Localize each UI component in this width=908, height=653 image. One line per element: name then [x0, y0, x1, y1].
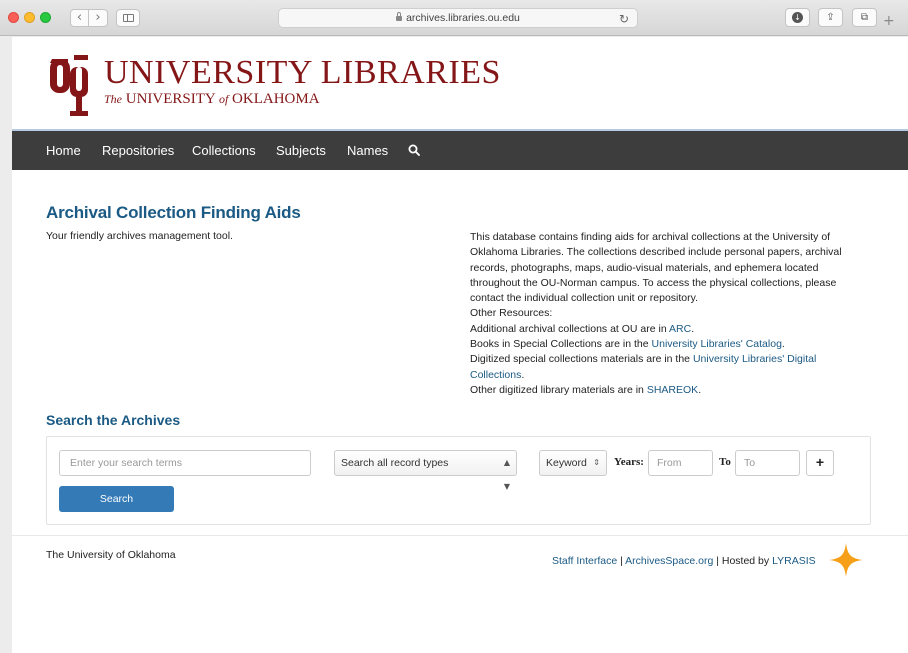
footer-divider	[12, 535, 908, 536]
catalog-link[interactable]: University Libraries' Catalog	[652, 338, 782, 350]
select-arrows-icon: ⇕	[593, 458, 600, 467]
page-content: UNIVERSITY LIBRARIES The UNIVERSITY of O…	[12, 37, 908, 653]
close-window-button[interactable]	[8, 12, 19, 23]
select-arrows-icon: ▲ ▼	[503, 458, 510, 491]
search-input[interactable]: Enter your search terms	[59, 450, 311, 476]
nav-collections[interactable]: Collections	[192, 143, 256, 158]
sidebar-icon	[123, 14, 134, 22]
library-subtitle: The UNIVERSITY of OKLAHOMA	[104, 91, 320, 107]
url-text: archives.libraries.ou.edu	[406, 12, 520, 24]
address-bar[interactable]: archives.libraries.ou.edu ↻	[278, 8, 638, 28]
nav-repositories[interactable]: Repositories	[102, 143, 174, 158]
minimize-window-button[interactable]	[24, 12, 35, 23]
search-heading: Search the Archives	[46, 412, 181, 428]
browser-toolbar: ‹ › archives.libraries.ou.edu ↻ ↓ ⇪ ⧉ +	[0, 0, 908, 36]
resource-arc: Additional archival collections at OU ar…	[470, 322, 695, 335]
main-navbar: Home Repositories Collections Subjects N…	[12, 129, 908, 170]
plus-icon: +	[815, 454, 825, 470]
share-icon: ⇪	[826, 12, 835, 23]
chevron-left-icon: ‹	[76, 10, 83, 25]
downloads-button[interactable]: ↓	[785, 8, 810, 27]
download-icon: ↓	[792, 11, 803, 23]
lyrasis-star-icon	[829, 543, 863, 577]
add-row-button[interactable]: +	[806, 450, 834, 476]
tabs-icon: ⧉	[860, 12, 869, 23]
to-label: To	[719, 456, 731, 468]
search-button[interactable]: Search	[59, 486, 174, 512]
resource-catalog: Books in Special Collections are in the …	[470, 338, 785, 351]
reload-icon[interactable]: ↻	[619, 10, 629, 28]
back-button[interactable]: ‹	[70, 9, 89, 27]
forward-button[interactable]: ›	[89, 9, 108, 27]
other-resources-label: Other Resources:	[470, 307, 553, 320]
tagline: Your friendly archives management tool.	[46, 230, 233, 242]
search-form: Enter your search terms Search all recor…	[46, 436, 871, 525]
archivesspace-link[interactable]: ArchivesSpace.org	[625, 555, 713, 567]
field-value: Keyword	[546, 457, 587, 469]
resource-shareok: Other digitized library materials are in…	[470, 383, 702, 396]
record-type-select[interactable]: Search all record types ▲ ▼	[334, 450, 517, 491]
page-title: Archival Collection Finding Aids	[46, 203, 301, 222]
lyrasis-link[interactable]: LYRASIS	[772, 555, 816, 567]
year-from-input[interactable]: From	[648, 450, 713, 476]
field-select[interactable]: Keyword ⇕	[539, 450, 607, 476]
about-paragraph: This database contains finding aids for …	[470, 231, 842, 305]
chevron-right-icon: ›	[95, 10, 101, 25]
record-type-value: Search all record types	[341, 457, 449, 469]
nav-names[interactable]: Names	[347, 143, 388, 158]
share-button[interactable]: ⇪	[818, 8, 843, 27]
year-to-input[interactable]: To	[735, 450, 800, 476]
footer-links: Staff Interface | ArchivesSpace.org | Ho…	[552, 555, 816, 567]
shareok-link[interactable]: SHAREOK	[647, 384, 698, 396]
arc-link[interactable]: ARC	[669, 323, 691, 335]
about-text: This database contains finding aids for …	[470, 230, 865, 398]
resource-digital: Digitized special collections materials …	[470, 353, 817, 381]
lock-icon	[396, 12, 403, 21]
staff-interface-link[interactable]: Staff Interface	[552, 555, 617, 567]
zoom-window-button[interactable]	[40, 12, 51, 23]
new-tab-button[interactable]: +	[883, 13, 895, 29]
nav-home[interactable]: Home	[46, 143, 81, 158]
search-icon[interactable]	[408, 144, 420, 156]
tab-overview-button[interactable]: ⧉	[852, 8, 877, 27]
sidebar-toggle-button[interactable]	[116, 9, 140, 27]
nav-subjects[interactable]: Subjects	[276, 143, 326, 158]
ou-logo-icon[interactable]	[48, 53, 94, 117]
years-label: Years:	[614, 456, 644, 468]
library-title: UNIVERSITY LIBRARIES	[104, 54, 501, 91]
footer-university: The University of Oklahoma	[46, 549, 176, 561]
